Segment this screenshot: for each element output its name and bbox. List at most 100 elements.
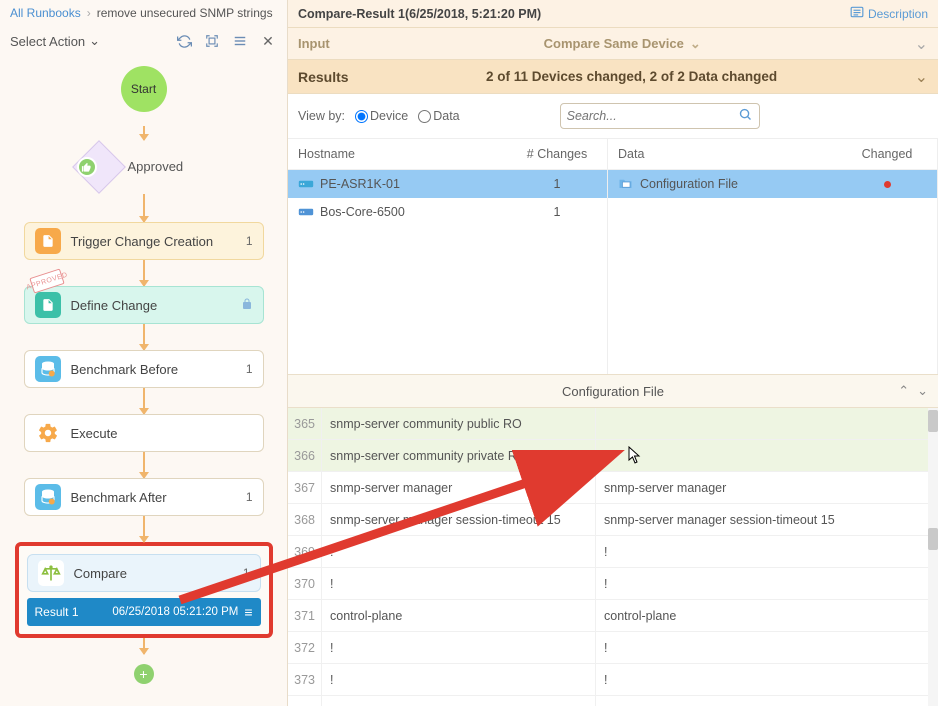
viewby-label: View by: [298,109,345,123]
result-name: Result 1 [35,605,95,619]
search-input[interactable] [567,109,738,123]
step-badge: 1 [246,490,253,504]
step-badge: 1 [246,234,253,248]
step-label: Benchmark After [71,490,236,505]
host-name: Bos-Core-6500 [320,205,405,219]
step-define-change[interactable]: APPROVED Define Change [24,286,264,324]
diff-row: 367snmp-server managersnmp-server manage… [288,472,938,504]
breadcrumb-current: remove unsecured SNMP strings [97,6,273,20]
step-label: Trigger Change Creation [71,234,236,249]
breadcrumb: All Runbooks › remove unsecured SNMP str… [0,0,287,26]
diff-left: ! [322,664,596,695]
diff-left: snmp-server manager [322,472,596,503]
diff-title: Configuration File [562,384,664,399]
close-icon[interactable]: ✕ [259,32,277,50]
radio-data[interactable]: Data [418,109,459,123]
line-number: 365 [288,408,322,439]
search-icon[interactable] [738,107,753,125]
data-row[interactable]: Configuration File [608,170,937,198]
step-label: Define Change [71,298,231,313]
diff-row: 372!! [288,632,938,664]
result-timestamp: 06/25/2018 05:21:20 PM [95,606,245,618]
data-changed [847,177,927,191]
diff-left: ! [322,536,596,567]
flow-approved-label: Approved [128,159,184,174]
step-trigger-change[interactable]: Trigger Change Creation 1 [24,222,264,260]
col-hostname: Hostname [298,147,517,161]
diff-row: 373!! [288,664,938,696]
line-number: 371 [288,600,322,631]
chevron-down-icon[interactable]: ⌄ [915,67,928,87]
col-changed: Changed [847,147,927,161]
line-number: 372 [288,632,322,663]
input-section-bar[interactable]: Input Compare Same Device ⌄ ⌄ [288,28,938,60]
compare-result-row[interactable]: Result 1 06/25/2018 05:21:20 PM ≡ [27,598,261,626]
diff-left: snmp-server community public RO [322,408,596,439]
diff-right: snmp-server manager [596,472,938,503]
add-step-button[interactable]: + [134,664,154,684]
diff-row: 368snmp-server manager session-timeout 1… [288,504,938,536]
line-number: 374 [288,696,322,706]
device-icon [298,206,314,218]
diff-right: control-plane [596,600,938,631]
scrollbar-thumb[interactable] [928,410,938,432]
edit-icon [35,292,61,318]
search-input-wrap[interactable] [560,103,760,129]
line-number: 370 [288,568,322,599]
flow-start-label: Start [131,82,156,96]
compare-highlight-box: Compare 1 Result 1 06/25/2018 05:21:20 P… [15,542,273,638]
database-icon [35,356,61,382]
flow-approved-node[interactable]: Approved [59,140,229,194]
diff-left: control-plane [322,600,596,631]
step-badge: 1 [246,362,253,376]
expand-down-icon[interactable]: ⌄ [917,383,928,399]
flow-start-node[interactable]: Start [121,66,167,112]
step-label: Execute [71,426,253,441]
select-action-dropdown[interactable]: Select Action ⌄ [10,33,100,49]
breadcrumb-root[interactable]: All Runbooks [10,6,81,20]
host-row[interactable]: Bos-Core-6500 1 [288,198,607,226]
results-label: Results [298,69,349,85]
refresh-icon[interactable] [175,32,193,50]
step-benchmark-before[interactable]: Benchmark Before 1 [24,350,264,388]
menu-icon[interactable] [231,32,249,50]
diff-right [596,696,938,706]
scale-icon [38,560,64,586]
description-label: Description [868,7,928,21]
radio-device[interactable]: Device [355,109,408,123]
thumbs-up-icon [77,157,97,177]
diff-row: 369!! [288,536,938,568]
diff-left: ! [322,568,596,599]
diff-right: ! [596,664,938,695]
document-icon [35,228,61,254]
focus-icon[interactable] [203,32,221,50]
scrollbar-thumb[interactable] [928,528,938,550]
line-number: 368 [288,504,322,535]
diff-row: 371control-planecontrol-plane [288,600,938,632]
description-icon [850,6,864,21]
result-menu-icon[interactable]: ≡ [244,604,252,620]
step-benchmark-after[interactable]: Benchmark After 1 [24,478,264,516]
gear-icon [35,420,61,446]
select-action-label: Select Action [10,34,85,49]
step-execute[interactable]: Execute [24,414,264,452]
host-changes: 1 [517,205,597,219]
diff-right: ! [596,632,938,663]
description-link[interactable]: Description [850,6,928,21]
diff-right: ! [596,568,938,599]
step-label: Compare [74,566,233,581]
line-number: 366 [288,440,322,471]
diff-right [596,408,938,439]
file-icon [618,177,634,191]
line-number: 367 [288,472,322,503]
data-name: Configuration File [640,177,738,191]
results-summary: 2 of 11 Devices changed, 2 of 2 Data cha… [349,69,915,84]
step-badge: 1 [243,566,250,580]
host-row[interactable]: PE-ASR1K-011 [288,170,607,198]
results-section-bar[interactable]: Results 2 of 11 Devices changed, 2 of 2 … [288,60,938,94]
collapse-up-icon[interactable]: ⌃ [898,383,909,399]
diff-right: ! [596,536,938,567]
step-compare[interactable]: Compare 1 [27,554,261,592]
chevron-down-icon[interactable]: ⌄ [915,34,928,54]
diff-row: 374! [288,696,938,706]
